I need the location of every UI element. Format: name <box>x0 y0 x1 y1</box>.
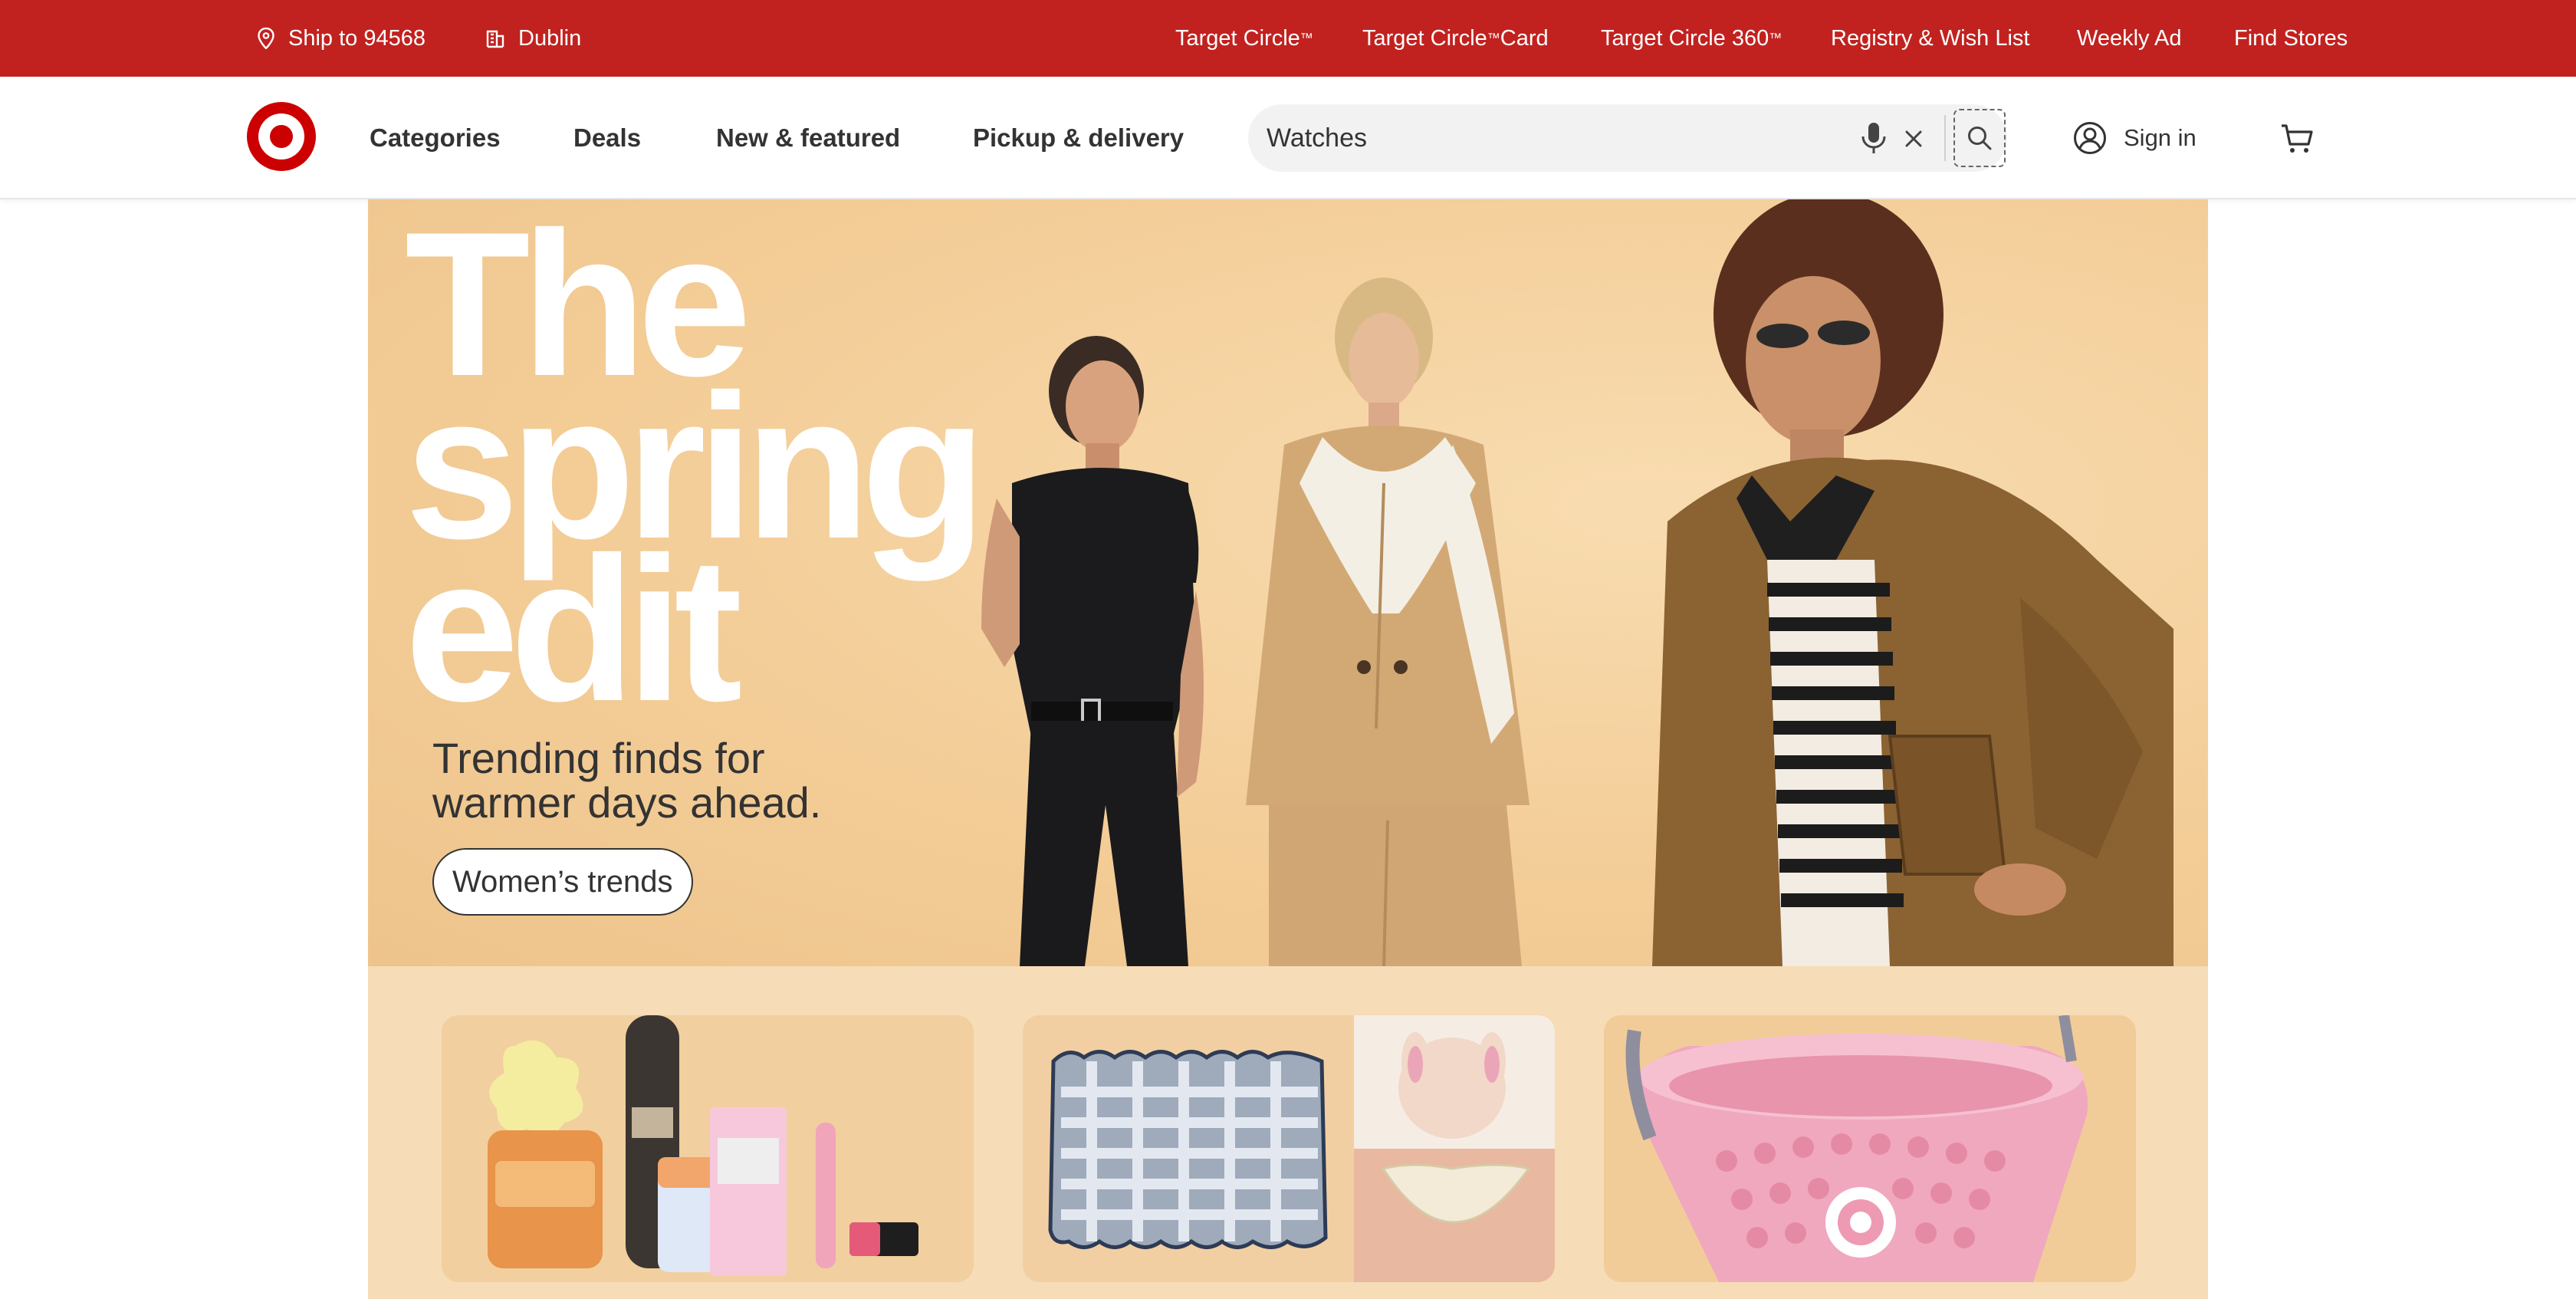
store-label: Dublin <box>518 25 582 51</box>
target-circle-label: Target Circle <box>1175 25 1300 51</box>
registry-label: Registry & Wish List <box>1831 25 2030 51</box>
striped-shirt-graphic <box>1767 560 1904 966</box>
sign-in-label: Sign in <box>2124 124 2196 151</box>
womens-trends-button[interactable]: Women’s trends <box>432 848 693 916</box>
search-icon <box>1968 127 1992 150</box>
store-link[interactable]: Dublin <box>486 0 581 77</box>
target-circle-link[interactable]: Target Circle ™ <box>1175 0 1313 77</box>
beauty-products-card[interactable] <box>442 1015 974 1282</box>
hero-subheadline-line-2: warmer days ahead. <box>432 778 822 827</box>
beauty-products-image <box>488 1015 918 1276</box>
target-circle-360-label: Target Circle 360 <box>1601 25 1769 51</box>
search-divider <box>1944 115 1946 161</box>
nav-new-featured[interactable]: New & featured <box>716 77 900 199</box>
target-logo[interactable] <box>247 102 316 171</box>
nav-categories[interactable]: Categories <box>370 77 501 199</box>
trademark: ™ <box>1487 31 1500 45</box>
microphone-icon[interactable] <box>1858 121 1889 155</box>
find-stores-link[interactable]: Find Stores <box>2234 0 2348 77</box>
ship-to-label: Ship to 94568 <box>288 25 426 51</box>
home-decor-image <box>1048 1015 1555 1282</box>
bullseye-logo-icon <box>247 102 316 171</box>
target-circle-card-suffix: Card <box>1500 25 1549 51</box>
weekly-ad-label: Weekly Ad <box>2077 25 2182 51</box>
search-button[interactable] <box>1953 109 2006 167</box>
store-icon <box>486 30 504 48</box>
location-pin-icon <box>258 28 274 49</box>
ship-to-link[interactable]: Ship to 94568 <box>258 0 426 77</box>
nav-pickup-delivery[interactable]: Pickup & delivery <box>973 77 1184 199</box>
weekly-ad-link[interactable]: Weekly Ad <box>2077 0 2181 77</box>
target-circle-card-label: Target Circle <box>1362 25 1487 51</box>
category-card-strip <box>368 966 2208 1299</box>
sign-in-button[interactable]: Sign in <box>2073 107 2196 169</box>
hero-subheadline-line-1: Trending finds for <box>432 734 765 782</box>
trademark: ™ <box>1300 31 1313 45</box>
clear-icon[interactable] <box>1902 127 1925 150</box>
account-icon <box>2074 122 2106 154</box>
model-camel-suit-image <box>1246 278 1530 966</box>
utility-bar: Ship to 94568 Dublin Target Circle ™ Targ… <box>0 0 2576 77</box>
main-header: Categories Deals New & featured Pickup &… <box>0 77 2576 199</box>
registry-link[interactable]: Registry & Wish List <box>1831 0 2029 77</box>
model-brown-jacket-image <box>1652 199 2174 966</box>
storage-basket-image <box>1625 1015 2088 1282</box>
hero-subheadline: Trending finds for warmer days ahead. <box>432 736 821 825</box>
find-stores-label: Find Stores <box>2234 25 2348 51</box>
hero-banner[interactable]: The spring edit Trending finds for warme… <box>368 199 2208 966</box>
home-decor-card[interactable] <box>1023 1015 1555 1282</box>
search-input[interactable] <box>1267 115 1773 161</box>
target-circle-360-link[interactable]: Target Circle 360 ™ <box>1601 0 1782 77</box>
cart-icon[interactable] <box>2279 120 2315 156</box>
hero-headline: The spring edit <box>405 201 987 732</box>
trademark: ™ <box>1769 31 1783 45</box>
storage-basket-card[interactable] <box>1604 1015 2136 1282</box>
target-circle-card-link[interactable]: Target Circle ™ Card <box>1362 0 1549 77</box>
search-bar <box>1248 104 2007 172</box>
nav-deals[interactable]: Deals <box>573 77 641 199</box>
